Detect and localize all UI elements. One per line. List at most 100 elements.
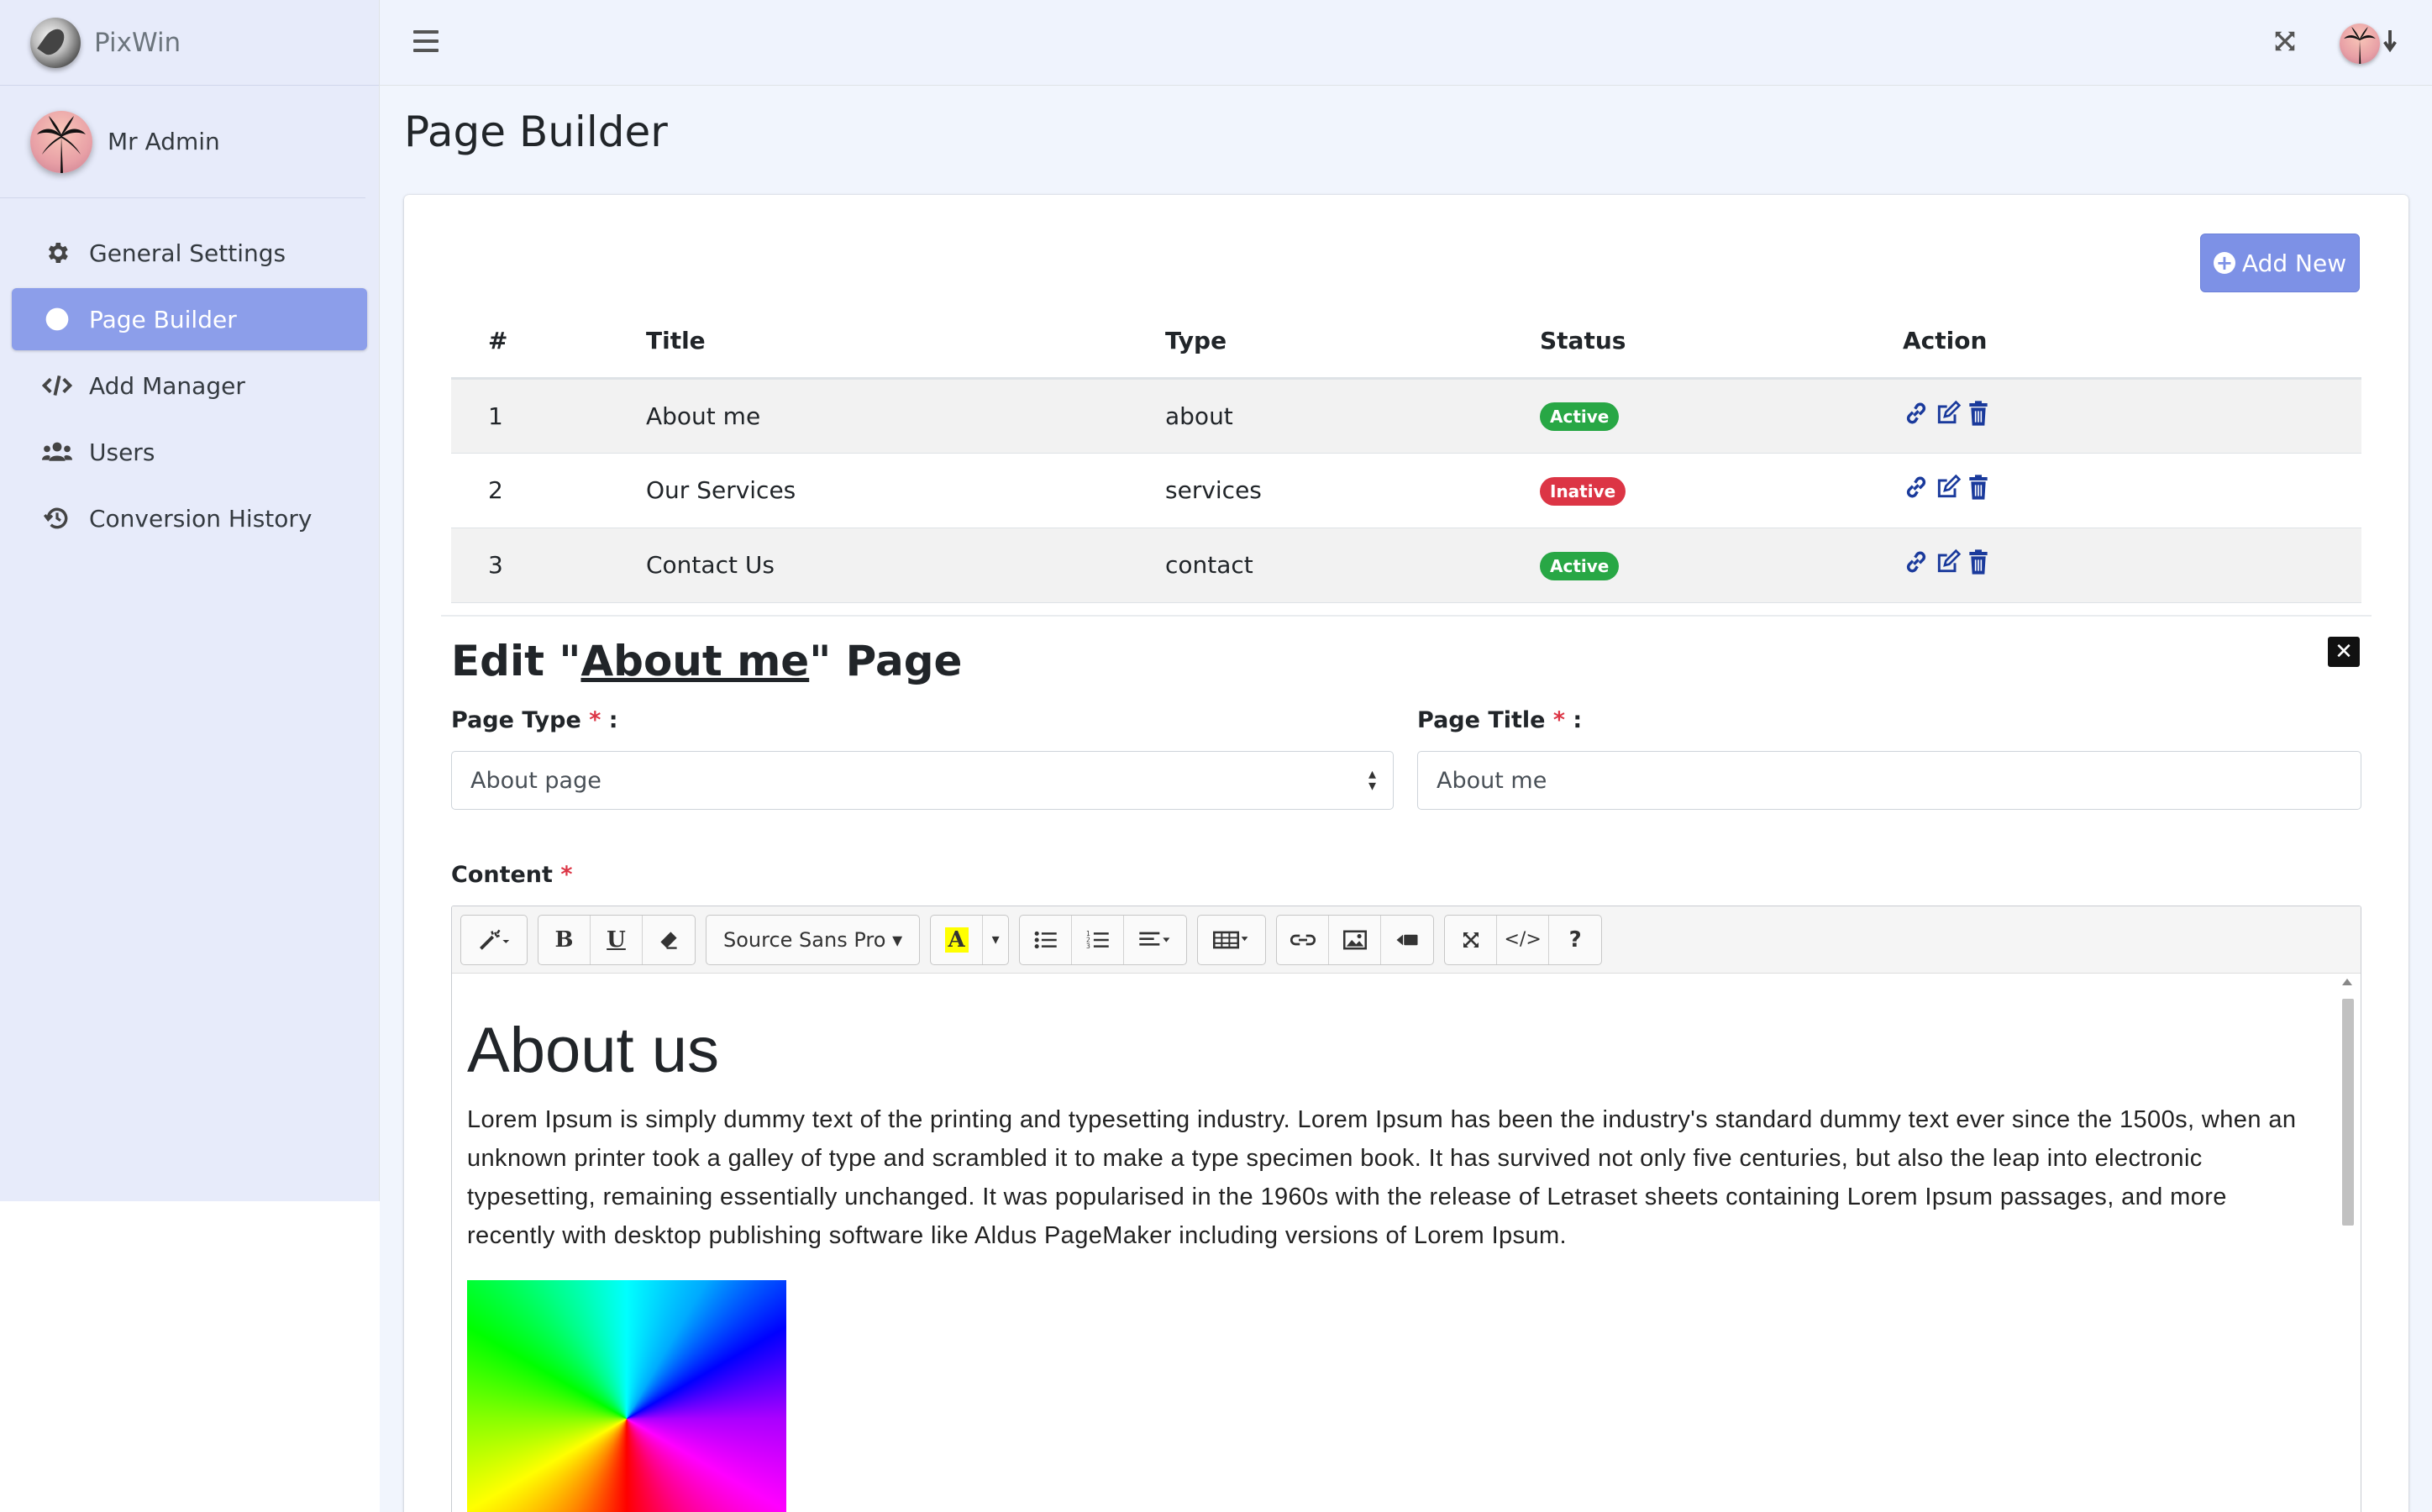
edit-icon[interactable] [1935,549,1962,581]
scroll-up-arrow-icon[interactable] [2342,979,2352,985]
link-icon[interactable] [1903,400,1930,433]
sidebar-item-add-manager[interactable]: Add Manager [12,354,367,417]
add-new-button[interactable]: + Add New [2200,234,2360,292]
text-color-button[interactable]: A [931,915,984,964]
font-name-label: Source Sans Pro [723,927,886,952]
status-badge: Active [1540,402,1620,431]
user-menu-avatar[interactable] [2340,24,2380,64]
font-style-group: B U [538,914,696,965]
content-label: Content * [451,862,572,888]
top-navbar [380,0,2432,86]
edit-icon[interactable] [1935,474,1962,507]
color-wheel-image [467,1280,786,1512]
edit-icon[interactable] [1935,400,1962,433]
sidebar-item-general-settings[interactable]: General Settings [12,222,367,284]
unordered-list-icon[interactable] [1020,915,1073,964]
table-insert-icon[interactable] [1198,916,1265,964]
page-type-label: Page Type * : [451,707,618,733]
page-type-value: About page [470,767,601,794]
edit-page-heading: Edit "About me" Page [451,637,962,685]
sidebar-item-label: Add Manager [89,371,245,400]
sidebar-item-users[interactable]: Users [12,421,367,483]
fullscreen-icon[interactable] [2272,29,2298,57]
fullscreen-editor-icon[interactable] [1445,915,1498,964]
content-heading: About us [467,1015,719,1086]
help-button[interactable]: ? [1549,916,1601,964]
magic-wand-icon[interactable] [461,916,527,964]
status-badge: Active [1540,551,1620,580]
code-view-button[interactable]: </> [1497,915,1550,964]
row-title: Our Services [646,453,1165,528]
code-icon [42,370,72,401]
plus-circle-icon: + [2213,252,2235,274]
insert-link-icon[interactable] [1277,915,1330,964]
eraser-icon[interactable] [643,916,695,964]
column-header-status: Status [1540,304,1903,380]
page-title-label: Page Title * : [1417,707,1582,733]
editor-scrollbar[interactable] [2339,977,2359,1512]
brand-link[interactable]: PixWin [0,0,379,86]
column-header-number: # [451,304,646,380]
sidebar-item-conversion-history[interactable]: Conversion History [12,487,367,549]
link-icon[interactable] [1903,549,1930,581]
insert-image-icon[interactable] [1329,915,1382,964]
table-row: 3 Contact Us contact Active [451,528,2361,603]
delete-icon[interactable] [1967,474,1990,507]
table-group [1197,914,1267,965]
required-mark: * [589,707,601,733]
column-header-action: Action [1903,304,2361,380]
row-type: services [1165,453,1540,528]
row-type: contact [1165,528,1540,603]
row-number: 1 [451,378,646,454]
brand-logo [30,17,81,68]
column-header-title: Title [646,304,1165,380]
row-title: About me [646,378,1165,454]
add-new-label: Add New [2241,249,2347,277]
user-panel[interactable]: Mr Admin [0,86,365,198]
status-badge: Inative [1540,476,1626,506]
arrow-down-icon[interactable] [2383,30,2397,57]
editor-content[interactable]: About us Lorem Ipsum is simply dummy tex… [452,974,2361,1512]
pages-table: # Title Type Status Action 1 About me ab… [451,304,2361,603]
ordered-list-icon[interactable]: 123 [1072,915,1125,964]
scroll-thumb[interactable] [2342,999,2354,1226]
delete-icon[interactable] [1967,400,1990,433]
sidebar-item-page-builder[interactable]: Page Builder [12,288,367,350]
gear-icon [42,238,72,268]
page-title-value: About me [1437,767,1547,794]
page-title-input[interactable]: About me [1417,751,2361,810]
style-group [460,914,528,965]
table-header-row: # Title Type Status Action [451,304,2361,380]
insert-group [1276,914,1435,965]
list-group: 123 [1019,914,1188,965]
color-group: A ▾ [930,914,1010,965]
underline-button[interactable]: U [591,915,643,964]
color-dropdown-caret-icon[interactable]: ▾ [983,916,1008,964]
sidebar-item-label: Conversion History [89,504,313,533]
label-colon: : [1565,707,1583,733]
insert-video-icon[interactable] [1381,916,1433,964]
font-name-group: Source Sans Pro ▾ [706,914,921,965]
bold-button[interactable]: B [538,915,591,964]
section-divider [441,615,2372,617]
align-dropdown-icon[interactable] [1124,916,1186,964]
row-title: Contact Us [646,528,1165,603]
font-name-dropdown[interactable]: Source Sans Pro ▾ [706,916,919,964]
content-paragraph: Lorem Ipsum is simply dummy text of the … [467,1106,2297,1250]
circle-icon [42,304,72,334]
edit-heading-suffix: " Page [809,637,963,685]
user-name: Mr Admin [108,128,220,155]
content-label-text: Content [451,862,553,888]
history-icon [42,503,72,533]
sidebar-item-label: Users [89,438,155,466]
menu-toggle-icon[interactable] [413,30,439,52]
column-header-type: Type [1165,304,1540,380]
page-type-label-text: Page Type [451,707,581,733]
link-icon[interactable] [1903,474,1930,507]
delete-icon[interactable] [1967,549,1990,581]
page-type-select[interactable]: About page ▴ ▾ [451,751,1394,810]
label-colon: : [601,707,618,733]
close-icon[interactable]: ✕ [2328,637,2360,667]
required-mark: * [560,862,573,888]
edit-heading-prefix: Edit " [451,637,581,685]
